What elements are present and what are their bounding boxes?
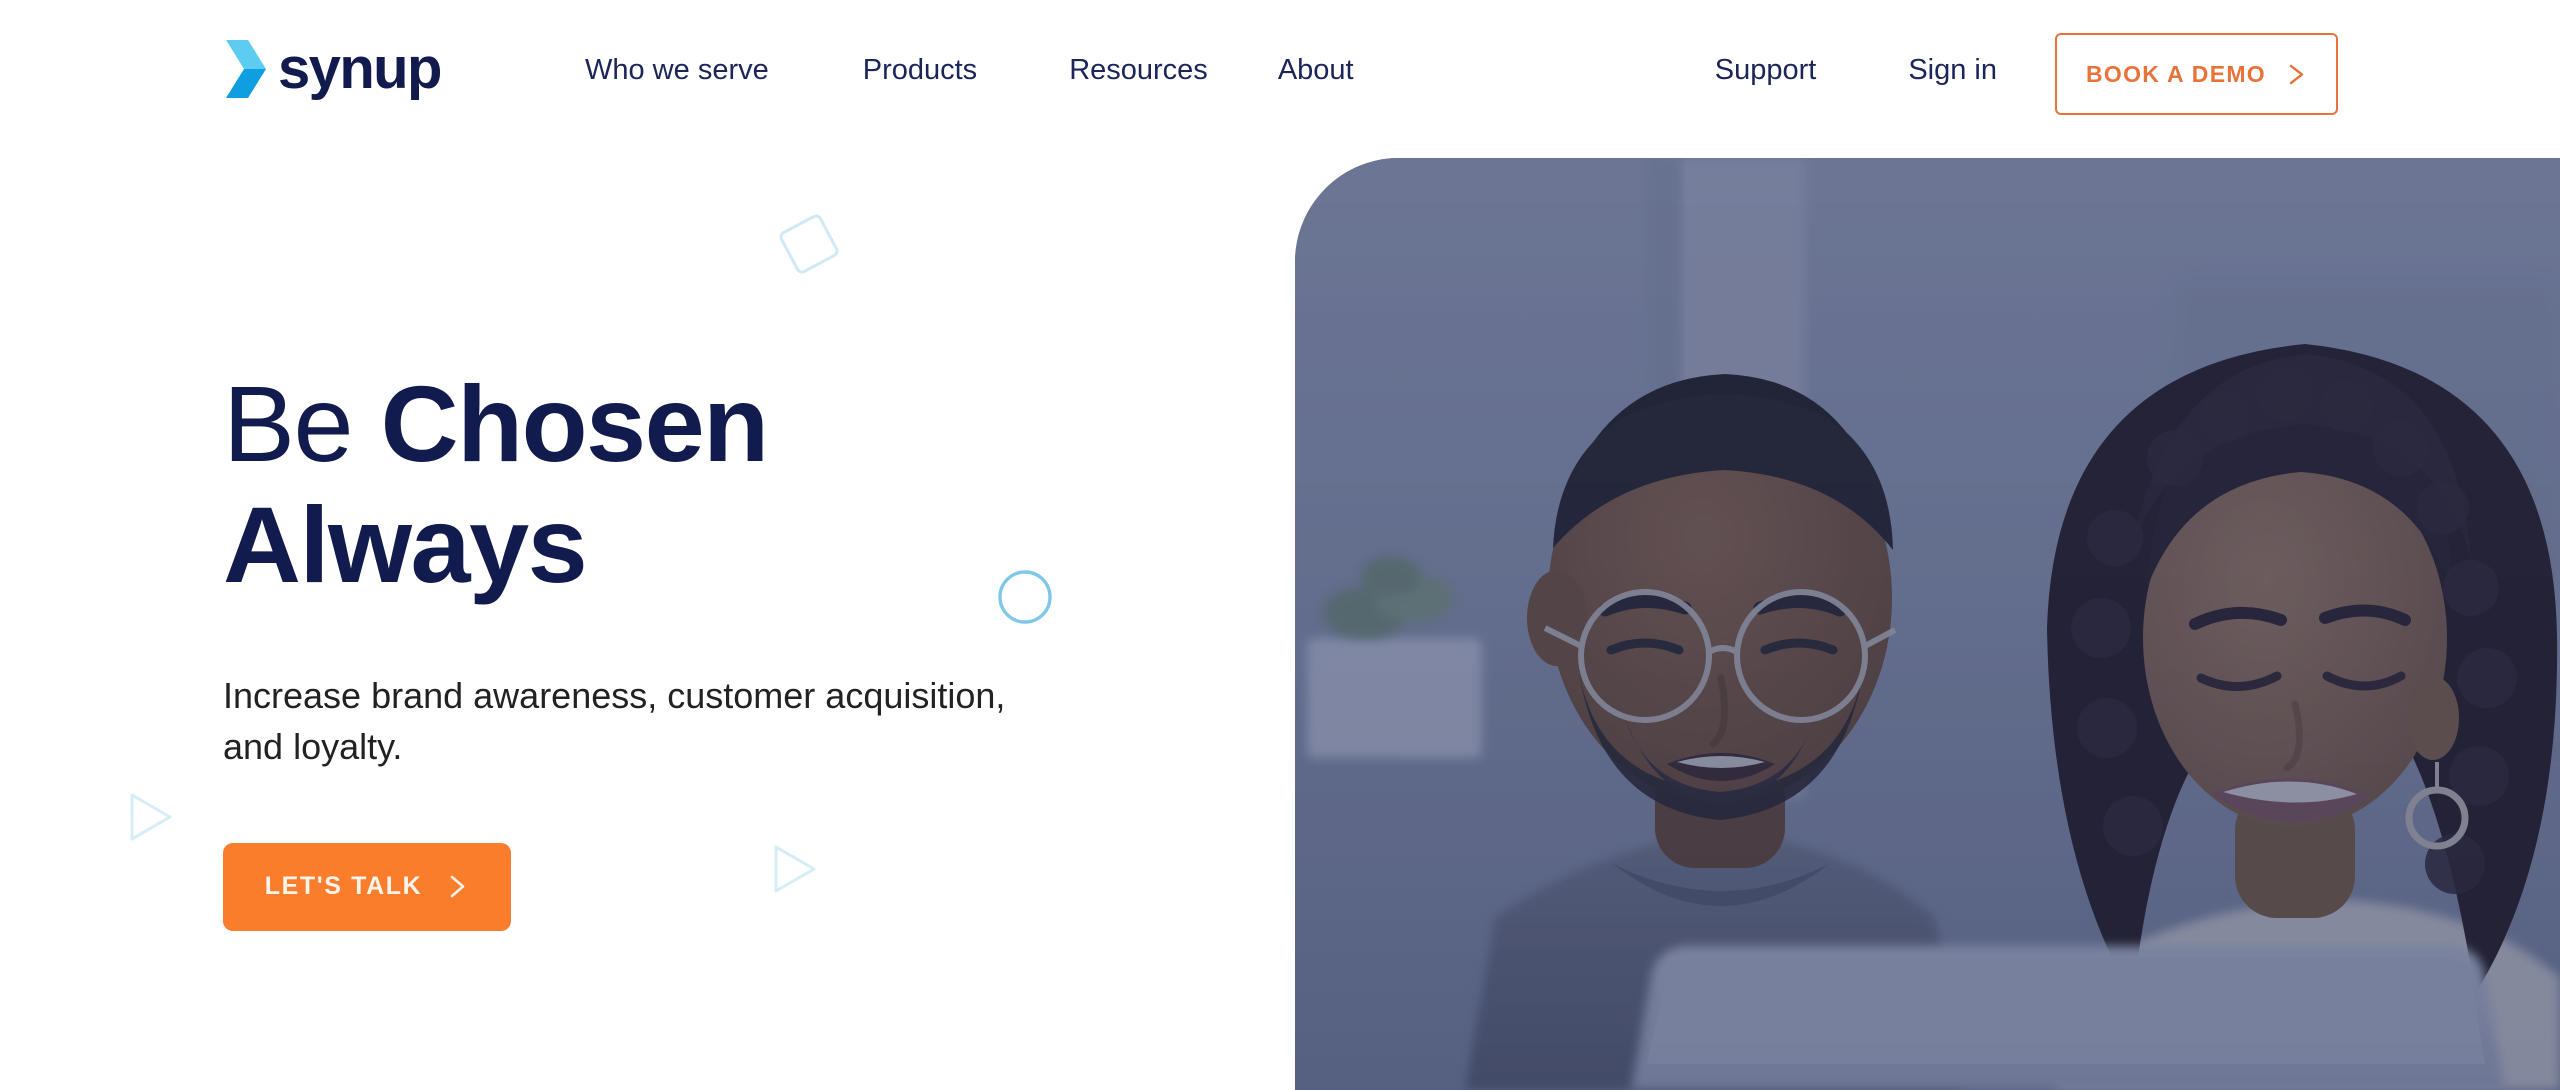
hero-heading: Be Chosen Always: [223, 363, 1273, 606]
hero-image-tint-overlay: [1295, 158, 2560, 1090]
nav-item-resources[interactable]: Resources: [1069, 56, 1208, 85]
chevron-right-icon: [2289, 64, 2304, 84]
hero-copy-block: Be Chosen Always Increase brand awarenes…: [223, 363, 1273, 931]
nav-item-products[interactable]: Products: [863, 56, 977, 85]
nav-item-support[interactable]: Support: [1715, 56, 1817, 85]
primary-navigation: Who we serve Products Resources About: [585, 56, 1354, 85]
lets-talk-button[interactable]: LET'S TALK: [223, 842, 511, 931]
book-a-demo-button[interactable]: BOOK A DEMO: [2055, 33, 2338, 115]
hero-heading-strong: Chosen: [380, 363, 770, 484]
lets-talk-label: LET'S TALK: [264, 872, 423, 901]
nav-item-who-we-serve[interactable]: Who we serve: [585, 56, 769, 85]
hero-heading-light: Be: [223, 363, 381, 484]
hero-landing-page: synup Who we serve Products Resources Ab…: [0, 0, 2560, 1090]
book-a-demo-label: BOOK A DEMO: [2086, 60, 2266, 87]
hero-section: Be Chosen Always Increase brand awarenes…: [0, 148, 2560, 1090]
hero-image: [1295, 158, 2560, 1090]
brand-wordmark: synup: [278, 36, 442, 101]
triangle-outline-left-icon: [130, 793, 172, 841]
diamond-outline-icon: [779, 214, 839, 274]
site-header: synup Who we serve Products Resources Ab…: [0, 0, 2560, 148]
nav-item-sign-in[interactable]: Sign in: [1908, 56, 1997, 85]
hero-heading-line2: Always: [223, 483, 588, 605]
hero-subheading: Increase brand awareness, customer acqui…: [223, 674, 1006, 768]
chevron-right-icon: [450, 876, 465, 898]
nav-item-about[interactable]: About: [1278, 56, 1354, 85]
synup-chevron-logo-icon: [226, 40, 266, 98]
brand-logo-link[interactable]: synup: [222, 36, 442, 101]
